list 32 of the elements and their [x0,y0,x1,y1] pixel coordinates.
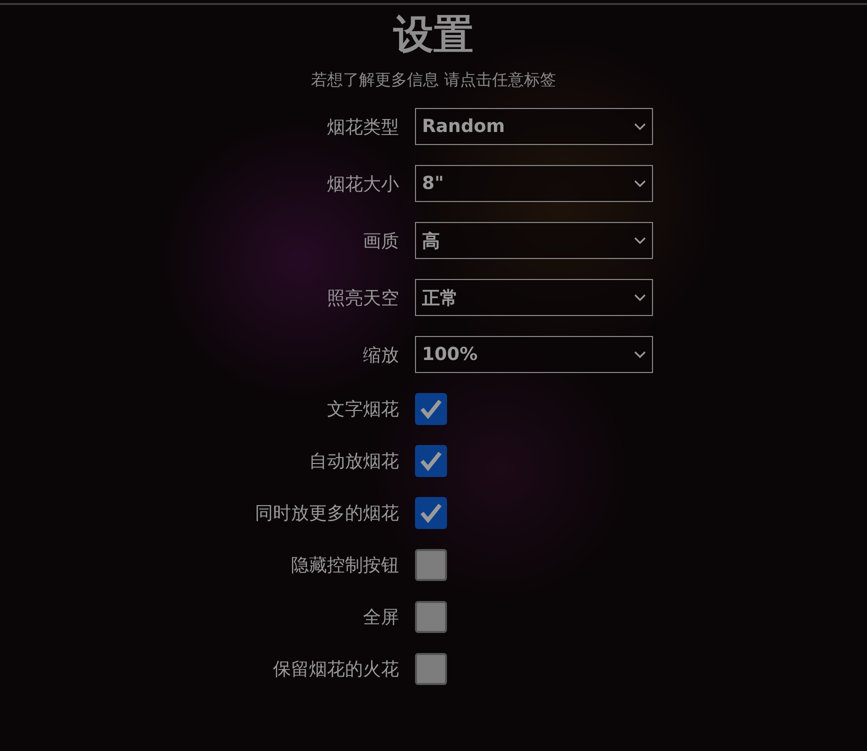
dropdown[interactable]: 正常 [415,279,653,316]
checkbox[interactable] [415,393,447,425]
dropdown[interactable]: Random [415,108,653,145]
hint-text: 若想了解更多信息 请点击任意标签 [310,69,556,91]
checkbox[interactable] [415,549,447,581]
chevron-icon [634,350,646,358]
chevron-icon [634,180,646,188]
setting-label[interactable]: 缩放 [363,342,399,366]
dropdown[interactable]: 8" [415,165,653,202]
checkbox[interactable] [415,653,447,685]
dropdown[interactable]: 100% [415,336,653,373]
checkbox[interactable] [415,445,447,477]
setting-label[interactable]: 自动放烟花 [309,449,399,473]
setting-label[interactable]: 照亮天空 [327,286,399,310]
setting-label[interactable]: 烟花类型 [327,114,399,138]
setting-label[interactable]: 画质 [363,228,399,252]
checkbox[interactable] [415,497,447,529]
setting-label[interactable]: 烟花大小 [327,172,399,196]
chevron-icon [634,236,646,244]
check-icon [419,502,443,524]
dropdown[interactable]: 高 [415,222,653,259]
setting-label[interactable]: 全屏 [363,605,399,629]
settings-title: 设置 [394,11,474,59]
check-icon [419,450,443,472]
chevron-icon [634,294,646,302]
setting-label[interactable]: 同时放更多的烟花 [255,501,399,525]
checkbox[interactable] [415,601,447,633]
check-icon [419,398,443,420]
setting-label[interactable]: 隐藏控制按钮 [291,553,399,577]
setting-label[interactable]: 保留烟花的火花 [273,657,399,681]
chevron-icon [634,122,646,130]
setting-label[interactable]: 文字烟花 [327,397,399,421]
